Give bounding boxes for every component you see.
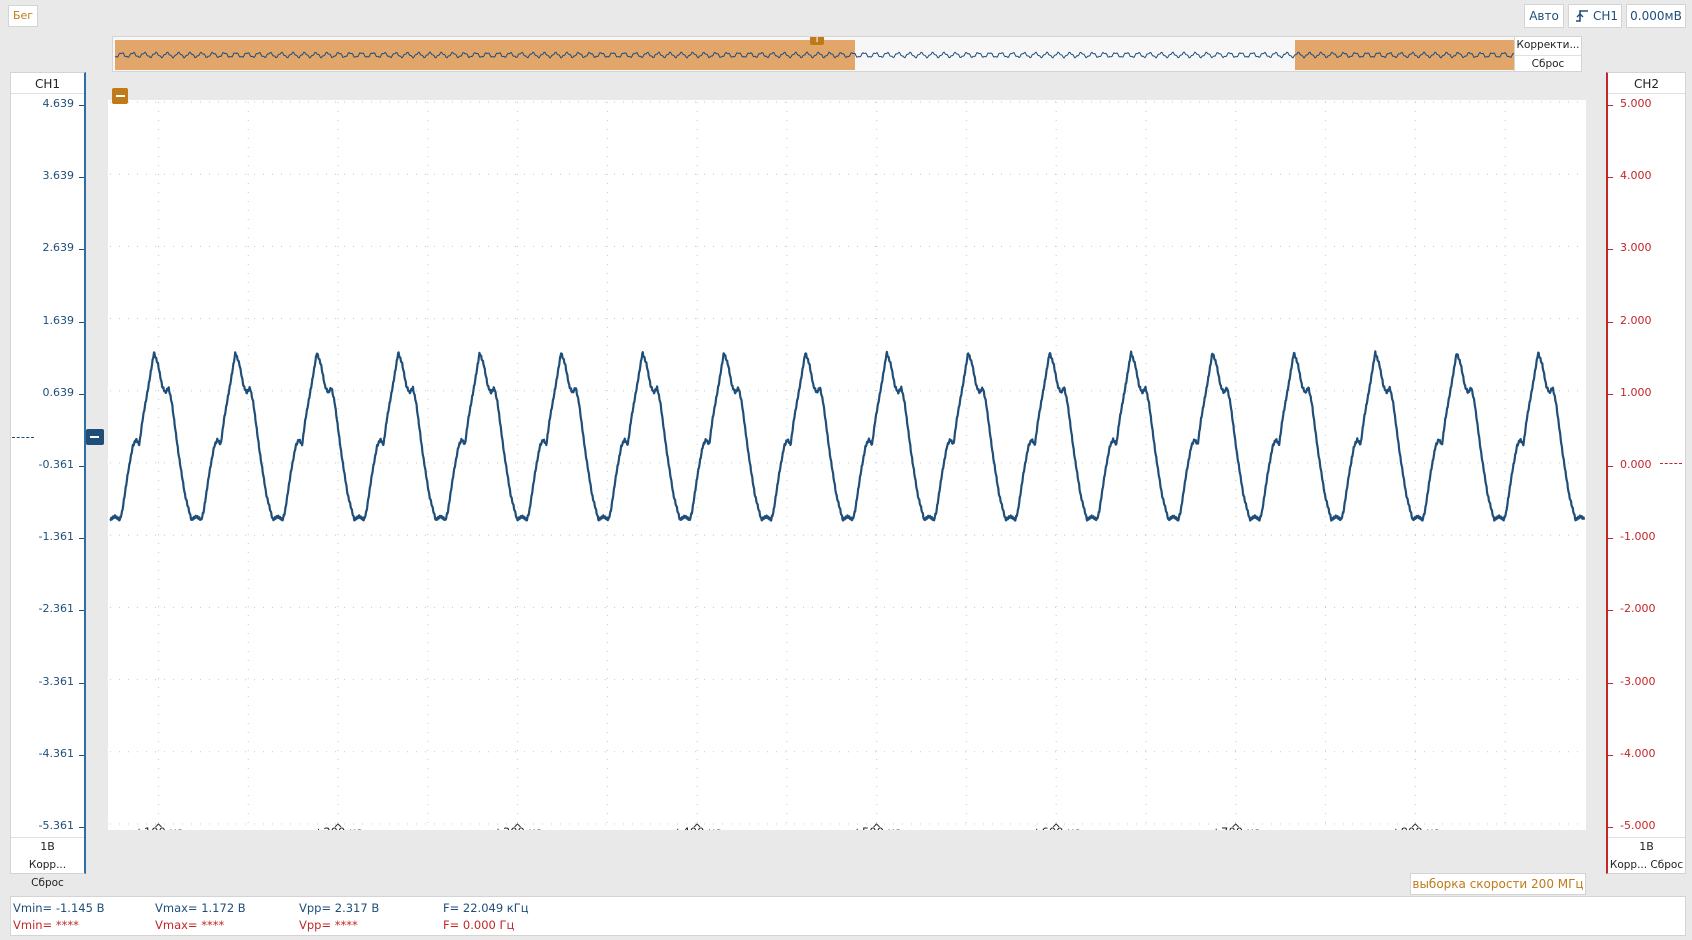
ch2-tick-mark [1608, 827, 1613, 828]
ch1-title[interactable]: CH1 [11, 75, 84, 94]
overview-buttons: Корректи... Сброс [1514, 36, 1582, 72]
overview-window-left [115, 40, 855, 70]
trigger-source-button[interactable]: CH1 [1568, 4, 1622, 28]
ch1-tick-mark [79, 177, 84, 179]
ch1-tick-mark [79, 249, 84, 251]
ch2-freq: F= 0.000 Гц [443, 918, 515, 932]
ch1-buttons[interactable]: Корр... Сброс [11, 856, 84, 889]
ch1-tick-label: -3.361 [38, 674, 74, 688]
time-tick-label: +200 us [314, 825, 363, 830]
ch1-tick-label: 2.639 [42, 241, 75, 255]
ch1-tick-mark [79, 827, 84, 828]
ch1-tick-label: -1.361 [38, 530, 74, 544]
ch2-tick-mark [1608, 610, 1613, 612]
ch2-title[interactable]: CH2 [1608, 75, 1685, 94]
ch1-tick-label: 1.639 [42, 313, 75, 327]
ch2-tick-mark [1608, 105, 1613, 106]
ch1-tick-mark [79, 538, 84, 540]
waveform-overview[interactable]: T [112, 36, 1582, 72]
ch2-vpp: Vpp= **** [299, 918, 358, 932]
ch1-scale[interactable]: 1В [11, 837, 84, 856]
ch2-tick-mark [1608, 466, 1613, 467]
ch2-tick-mark [1608, 682, 1613, 684]
ch2-tick-label: -1.000 [1620, 530, 1656, 544]
ch1-tick-label: 0.639 [42, 385, 75, 399]
ch2-tick-mark [1608, 754, 1613, 756]
waveform-plot: +100 us +200 us +300 us +400 us +500 us +600 … [109, 101, 1586, 830]
rising-edge-icon [1576, 10, 1588, 22]
measurements-panel: Vmin= -1.145 В Vmax= 1.172 В Vpp= 2.317 … [10, 896, 1686, 936]
time-tick-label: +700 us [1211, 825, 1260, 830]
ch2-tick-label: 5.000 [1620, 97, 1652, 110]
reset-button[interactable]: Сброс [1515, 55, 1581, 73]
correct-button[interactable]: Корректи... [1515, 37, 1581, 54]
time-tick-label: +800 us [1391, 825, 1440, 830]
ch2-scale[interactable]: 1В [1608, 837, 1685, 856]
ch1-tick-mark [79, 754, 84, 756]
sample-rate-label: выборка скорости 200 МГц [1410, 873, 1586, 895]
time-tick-label: +600 us [1032, 825, 1081, 830]
ch1-tick-mark [79, 682, 84, 684]
overview-trace: T [114, 37, 1517, 70]
ch1-offset-dash [12, 436, 34, 438]
ch2-tick-label: 3.000 [1620, 241, 1652, 255]
time-tick-label: +400 us [673, 825, 722, 830]
time-tick-label: +100 us [134, 825, 183, 830]
ch2-tick-mark [1608, 249, 1613, 251]
ch2-tick-label: -2.000 [1620, 602, 1656, 616]
ch1-tick-mark [79, 393, 84, 395]
ch2-tick-mark [1608, 321, 1613, 323]
ch2-buttons[interactable]: Корр... Сброс [1608, 856, 1685, 874]
ch1-freq: F= 22.049 кГц [443, 901, 529, 915]
ch1-tick-label: -4.361 [38, 746, 74, 760]
ch2-tick-label: -3.000 [1620, 674, 1656, 688]
ch1-tick-label: 4.639 [42, 97, 75, 110]
ch1-vmin: Vmin= -1.145 В [13, 901, 105, 915]
ch2-offset-dash [1660, 463, 1682, 464]
ch2-tick-mark [1608, 538, 1613, 540]
ch1-tick-label: 3.639 [42, 169, 75, 183]
ch1-axis-panel: CH1 4.639 3.639 2.639 1.639 0.639 -0.361 -1.36… [10, 72, 86, 889]
ch1-tick-label: -5.361 [38, 819, 74, 832]
ch2-tick-label: 1.000 [1620, 385, 1652, 399]
ch2-tick-label: 2.000 [1620, 313, 1652, 327]
ch2-tick-label: -4.000 [1620, 746, 1656, 760]
ch1-offset-marker[interactable] [86, 428, 104, 445]
trigger-level-marker[interactable] [112, 88, 128, 104]
ch1-tick-label: -0.361 [38, 458, 74, 471]
ch2-tick-mark [1608, 393, 1613, 395]
ch1-vmax: Vmax= 1.172 В [155, 901, 246, 915]
ch2-tick-label: 0.000 [1620, 458, 1652, 471]
ch2-vmin: Vmin= **** [13, 918, 79, 932]
time-tick-label: +300 us [493, 825, 542, 830]
ch1-vpp: Vpp= 2.317 В [299, 901, 380, 915]
ch2-axis-panel: CH2 5.000 4.000 3.000 2.000 1.000 0.000 -1.000… [1606, 72, 1686, 874]
run-status-button[interactable]: Бег [8, 5, 38, 27]
ch1-tick-mark [79, 466, 84, 467]
ch1-tick-mark [79, 105, 84, 106]
scope-display[interactable]: +100 us +200 us +300 us +400 us +500 us +600 … [108, 100, 1586, 830]
ch1-trace [109, 350, 1586, 522]
trigger-mode-button[interactable]: Авто [1524, 4, 1564, 28]
ch1-tick-mark [79, 610, 84, 612]
trigger-level-button[interactable]: 0.000мВ [1626, 4, 1686, 28]
ch2-tick-mark [1608, 177, 1613, 179]
overview-trigger-label: T [813, 37, 821, 45]
ch2-tick-label: 4.000 [1620, 169, 1652, 183]
ch1-tick-mark [79, 321, 84, 323]
ch1-tick-label: -2.361 [38, 602, 74, 616]
ch2-vmax: Vmax= **** [155, 918, 225, 932]
time-tick-label: +500 us [852, 825, 901, 830]
ch2-tick-label: -5.000 [1620, 819, 1656, 832]
trigger-source-label: CH1 [1593, 9, 1619, 23]
